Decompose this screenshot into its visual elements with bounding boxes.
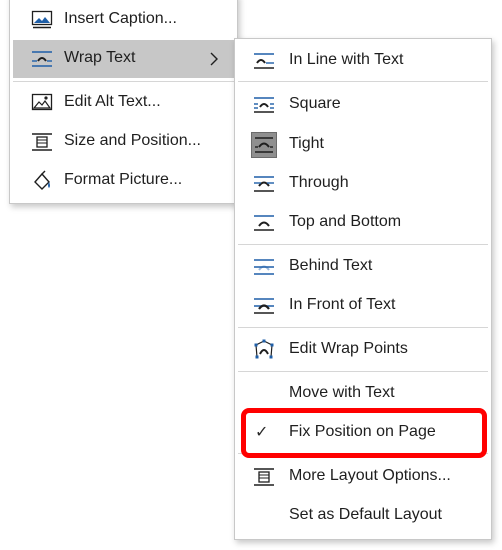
highlight-annotation xyxy=(241,408,487,458)
through-item[interactable]: Through xyxy=(238,165,488,203)
insert-caption-icon xyxy=(29,7,55,33)
separator xyxy=(238,81,488,82)
menu-item-label: Move with Text xyxy=(289,384,395,401)
menu-item-label: Through xyxy=(289,174,349,191)
separator xyxy=(238,327,488,328)
menu-item-label: In Front of Text xyxy=(289,296,396,313)
size-position-icon xyxy=(29,129,55,155)
chevron-right-icon xyxy=(206,51,222,67)
in-line-with-text-item[interactable]: In Line with Text xyxy=(238,42,488,80)
format-picture-item[interactable]: Format Picture... xyxy=(13,162,234,200)
format-picture-icon xyxy=(29,168,55,194)
wrap-text-submenu: In Line with Text Square Tight Through T… xyxy=(234,38,492,540)
menu-item-label: In Line with Text xyxy=(289,51,404,68)
menu-item-label: Size and Position... xyxy=(64,132,201,149)
square-item[interactable]: Square xyxy=(238,86,488,124)
separator xyxy=(13,81,234,82)
through-wrap-icon xyxy=(251,171,277,197)
menu-item-label: Tight xyxy=(289,135,324,152)
menu-item-label: Wrap Text xyxy=(64,49,136,66)
layout-options-icon xyxy=(251,464,277,490)
tight-item[interactable]: Tight xyxy=(238,126,488,164)
menu-item-label: Insert Caption... xyxy=(64,10,177,27)
inline-with-text-icon xyxy=(251,48,277,74)
tight-wrap-icon xyxy=(251,132,277,158)
size-and-position-item[interactable]: Size and Position... xyxy=(13,123,234,161)
behind-text-icon xyxy=(251,254,277,280)
set-as-default-layout-item[interactable]: Set as Default Layout xyxy=(238,497,488,535)
menu-item-label: Edit Alt Text... xyxy=(64,93,161,110)
more-layout-options-item[interactable]: More Layout Options... xyxy=(238,458,488,496)
context-menu: Insert Caption... Wrap Text Edit Alt Tex… xyxy=(9,0,238,204)
top-and-bottom-item[interactable]: Top and Bottom xyxy=(238,204,488,242)
top-bottom-wrap-icon xyxy=(251,210,277,236)
square-wrap-icon xyxy=(251,92,277,118)
wrap-text-item[interactable]: Wrap Text xyxy=(13,40,234,78)
menu-item-label: Square xyxy=(289,95,341,112)
menu-item-label: More Layout Options... xyxy=(289,467,451,484)
menu-item-label: Edit Wrap Points xyxy=(289,340,408,357)
edit-alt-text-item[interactable]: Edit Alt Text... xyxy=(13,84,234,122)
behind-text-item[interactable]: Behind Text xyxy=(238,248,488,286)
menu-item-label: Top and Bottom xyxy=(289,213,402,230)
edit-wrap-points-icon xyxy=(251,337,277,363)
separator xyxy=(238,244,488,245)
wrap-text-icon xyxy=(29,46,55,72)
insert-caption-item[interactable]: Insert Caption... xyxy=(13,1,234,39)
in-front-of-text-item[interactable]: In Front of Text xyxy=(238,287,488,325)
menu-item-label: Behind Text xyxy=(289,257,373,274)
edit-wrap-points-item[interactable]: Edit Wrap Points xyxy=(238,331,488,369)
menu-item-label: Format Picture... xyxy=(64,171,183,188)
menu-item-label: Set as Default Layout xyxy=(289,506,442,523)
alt-text-icon xyxy=(29,90,55,116)
separator xyxy=(238,371,488,372)
in-front-of-text-icon xyxy=(251,293,277,319)
